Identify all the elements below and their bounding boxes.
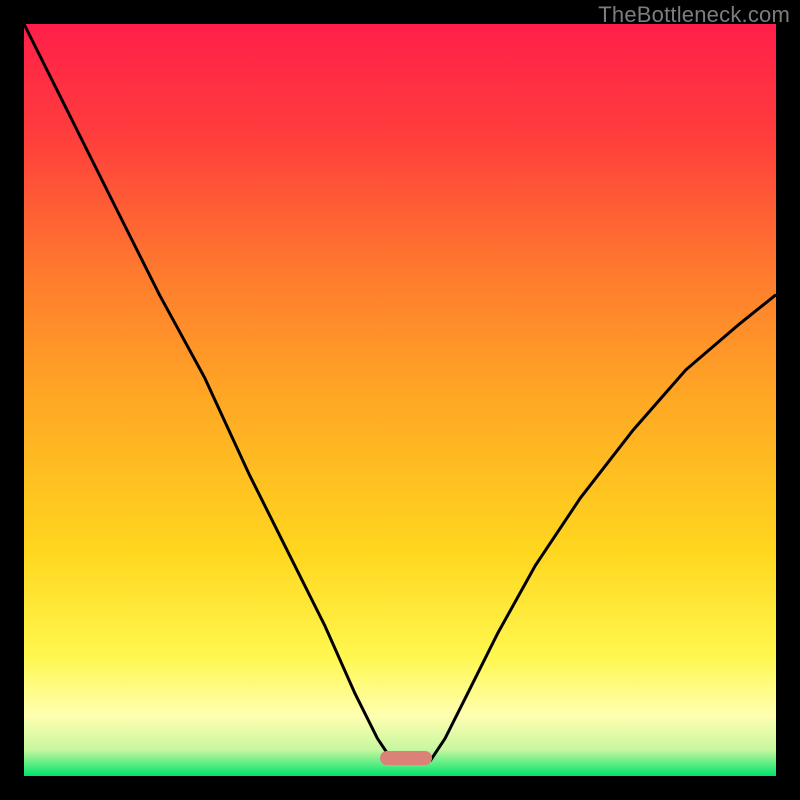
optimal-marker bbox=[380, 751, 432, 765]
plot-area bbox=[24, 24, 776, 776]
bottleneck-curve bbox=[24, 24, 776, 776]
chart-frame: TheBottleneck.com bbox=[0, 0, 800, 800]
curve-path bbox=[24, 24, 776, 761]
